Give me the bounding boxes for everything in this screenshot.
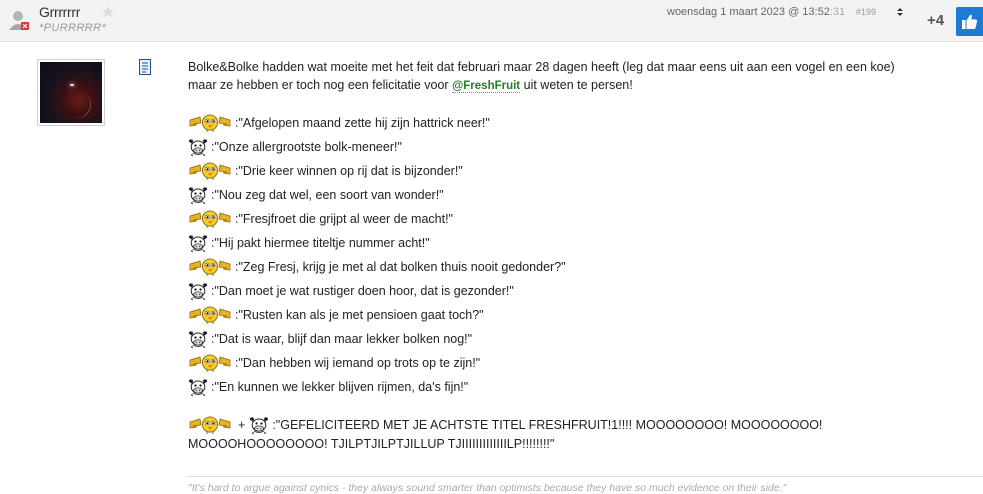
dialogue: :"Afgelopen maand zette hij zijn hattric…	[188, 111, 908, 399]
post-date-main: woensdag 1 maart 2023 @ 13:52	[667, 6, 830, 18]
cow-smiley-icon	[188, 233, 208, 253]
dialogue-line: :"Fresjfroet die grijpt al weer de macht…	[188, 207, 908, 231]
cow-smiley-icon	[249, 415, 269, 435]
cow-smiley-icon	[188, 377, 208, 397]
dialogue-text: :"En kunnen we lekker blijven rijmen, da…	[211, 380, 469, 394]
bird-smiley-icon	[188, 114, 232, 132]
dialogue-text: :"Dan hebben wij iemand op trots op te z…	[235, 356, 481, 370]
dialogue-line: :"Dan hebben wij iemand op trots op te z…	[188, 351, 908, 375]
thumbs-up-icon	[962, 14, 978, 29]
post-number[interactable]: #199	[856, 7, 876, 17]
dialogue-line: :"Nou zeg dat wel, een soort van wonder!…	[188, 183, 908, 207]
user-mention[interactable]: @FreshFruit	[452, 80, 521, 93]
bird-smiley-icon	[188, 210, 232, 228]
dialogue-text: :"Drie keer winnen op rij dat is bijzond…	[235, 164, 463, 178]
bird-smiley-icon	[188, 306, 232, 324]
user-icon[interactable]	[8, 8, 30, 32]
dialogue-line: :"Drie keer winnen op rij dat is bijzond…	[188, 159, 908, 183]
user-avatar[interactable]	[37, 59, 105, 126]
dialogue-text: :"Nou zeg dat wel, een soort van wonder!…	[211, 188, 444, 202]
bird-smiley-icon	[188, 258, 232, 276]
signature: "It's hard to argue against cynics - the…	[188, 482, 787, 494]
post-date[interactable]: woensdag 1 maart 2023 @ 13:52:31	[667, 6, 845, 18]
finale-line-1: :"GEFELICITEERD MET JE ACHTSTE TITEL FRE…	[272, 418, 823, 432]
dialogue-line: :"Dan moet je wat rustiger doen hoor, da…	[188, 279, 908, 303]
post-date-seconds: :31	[829, 6, 846, 18]
finale: + :"GEFELICITEERD MET JE ACHTSTE TITEL F…	[188, 415, 908, 453]
bird-smiley-icon	[188, 162, 232, 180]
dialogue-text: :"Hij pakt hiermee titeltje nummer acht!…	[211, 236, 430, 250]
sort-arrows-icon[interactable]	[895, 7, 905, 17]
user-title: *PURRRRR*	[39, 22, 107, 34]
finale-plus: +	[238, 418, 246, 432]
avatar-image	[40, 62, 102, 123]
dialogue-line: :"Rusten kan als je met pensioen gaat to…	[188, 303, 908, 327]
dialogue-line: :"Afgelopen maand zette hij zijn hattric…	[188, 111, 908, 135]
dialogue-line: :"Hij pakt hiermee titeltje nummer acht!…	[188, 231, 908, 255]
document-icon[interactable]	[139, 59, 151, 75]
dialogue-text: :"Dat is waar, blijf dan maar lekker bol…	[211, 332, 473, 346]
cow-smiley-icon	[188, 185, 208, 205]
dialogue-line: :"Dat is waar, blijf dan maar lekker bol…	[188, 327, 908, 351]
post-header: Grrrrrrr *PURRRRR* woensdag 1 maart 2023…	[0, 0, 983, 42]
cow-smiley-icon	[188, 329, 208, 349]
post-score: +4	[927, 12, 945, 29]
dialogue-line: :"En kunnen we lekker blijven rijmen, da…	[188, 375, 908, 399]
post-body: Bolke&Bolke hadden wat moeite met het fe…	[188, 58, 908, 453]
cow-smiley-icon	[188, 281, 208, 301]
finale-line-2: MOOOOHOOOOOOOO! TJILPTJILPTJILLUP TJIIII…	[188, 437, 555, 451]
dialogue-line: :"Onze allergrootste bolk-meneer!"	[188, 135, 908, 159]
dialogue-text: :"Onze allergrootste bolk-meneer!"	[211, 140, 402, 154]
star-icon[interactable]	[101, 5, 115, 19]
dialogue-text: :"Afgelopen maand zette hij zijn hattric…	[235, 116, 490, 130]
username[interactable]: Grrrrrrr	[39, 4, 80, 20]
dialogue-text: :"Dan moet je wat rustiger doen hoor, da…	[211, 284, 514, 298]
bird-smiley-icon	[188, 416, 232, 434]
dialogue-line: :"Zeg Fresj, krijg je met al dat bolken …	[188, 255, 908, 279]
post-intro: Bolke&Bolke hadden wat moeite met het fe…	[188, 58, 908, 95]
signature-divider	[188, 476, 983, 477]
bird-smiley-icon	[188, 354, 232, 372]
like-button[interactable]	[956, 7, 983, 36]
dialogue-text: :"Rusten kan als je met pensioen gaat to…	[235, 308, 484, 322]
finale-row: + :"GEFELICITEERD MET JE ACHTSTE TITEL F…	[188, 415, 908, 435]
cow-smiley-icon	[188, 137, 208, 157]
dialogue-text: :"Fresjfroet die grijpt al weer de macht…	[235, 212, 453, 226]
post-intro-end: uit weten te persen!	[520, 78, 633, 92]
dialogue-text: :"Zeg Fresj, krijg je met al dat bolken …	[235, 260, 566, 274]
